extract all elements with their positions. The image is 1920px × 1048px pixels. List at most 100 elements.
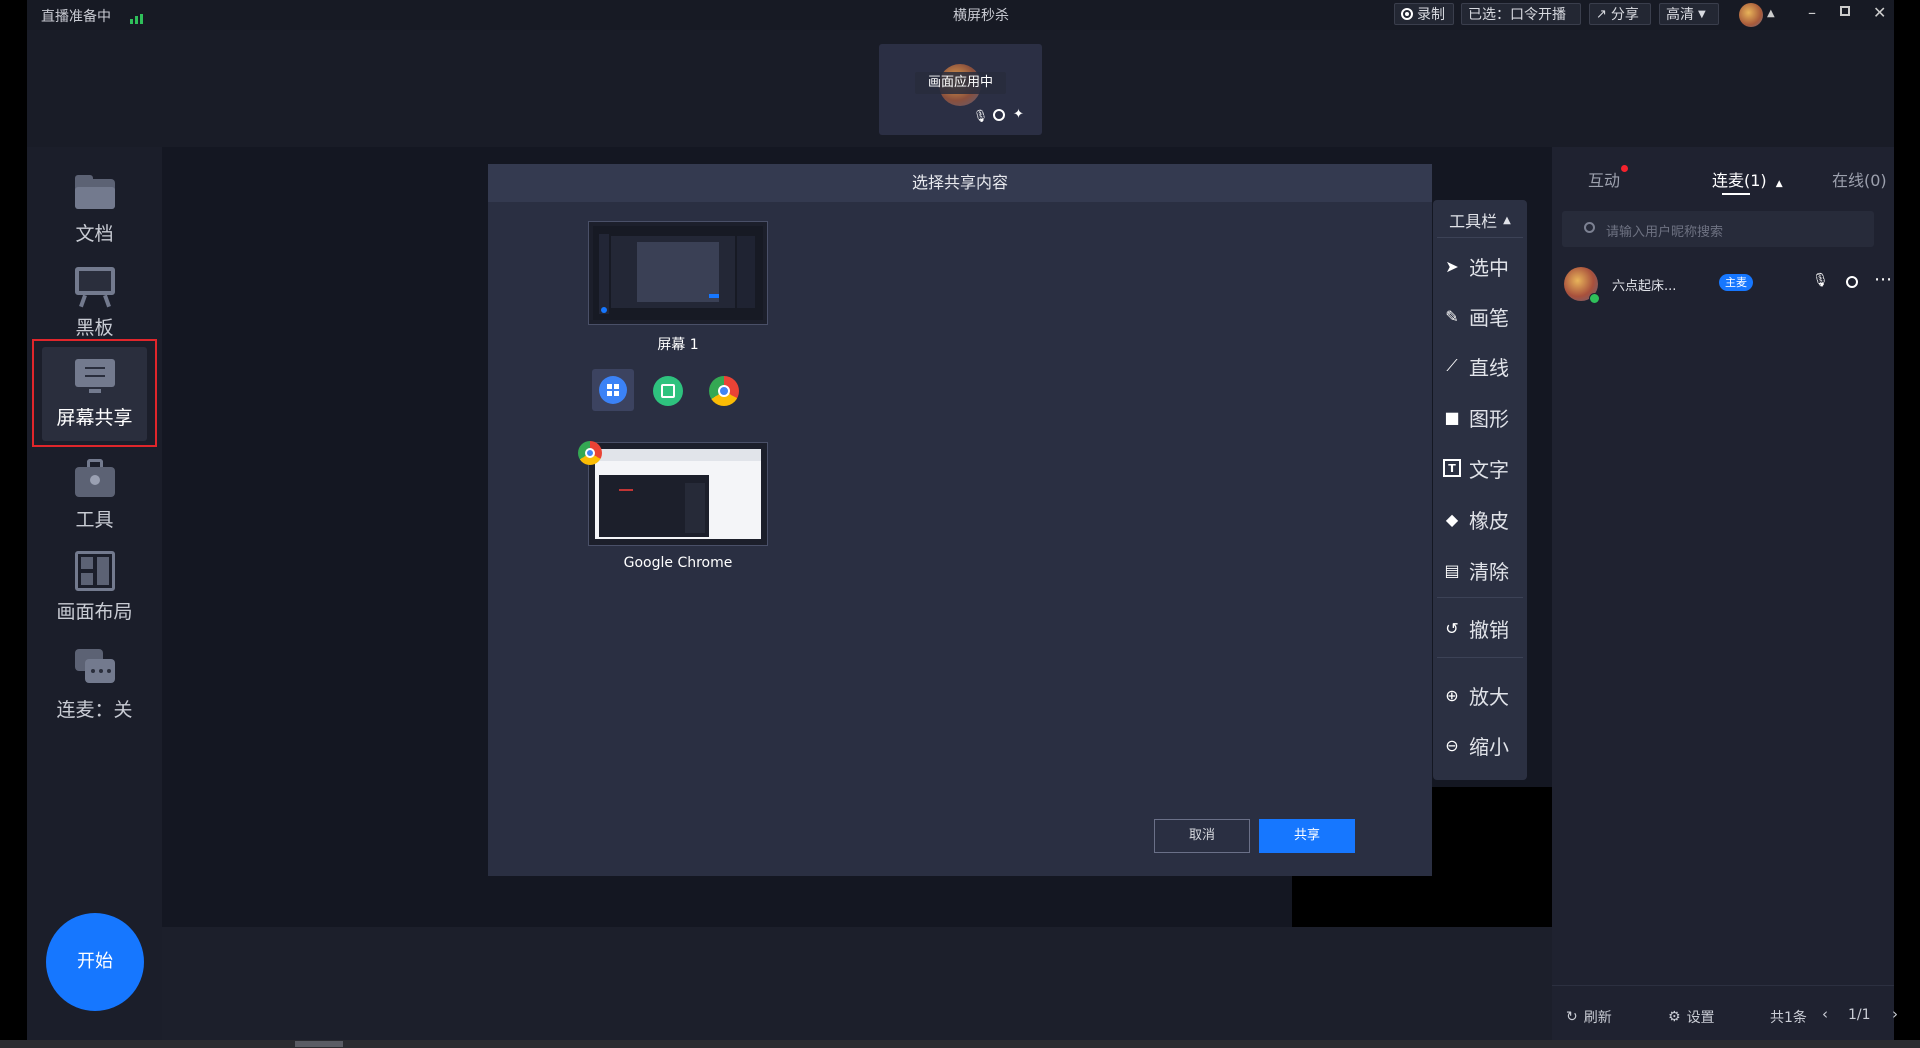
tool-eraser[interactable]: ◆ 橡皮 [1443, 504, 1509, 534]
tool-label: 选中 [1469, 255, 1509, 280]
pen-icon: ✎ [1445, 306, 1459, 326]
more-icon[interactable]: ⋯ [1874, 269, 1893, 290]
share-button[interactable]: ↗ 分享 [1589, 3, 1651, 25]
close-icon[interactable]: ✕ [1873, 3, 1886, 22]
window-title: 横屏秒杀 [953, 8, 1009, 24]
tool-zoom-in[interactable]: ⊕ 放大 [1443, 680, 1509, 710]
share-label: 分享 [1610, 7, 1639, 23]
tab-label: 互动 [1588, 171, 1621, 190]
chrome-icon[interactable] [709, 376, 739, 406]
start-button[interactable]: 开始 [46, 913, 144, 1011]
chevron-right-icon[interactable]: › [1892, 1005, 1898, 1023]
sidebar-item-screen-share[interactable]: 屏幕共享 [32, 339, 157, 447]
user-name: 六点起床... [1612, 279, 1677, 294]
sidebar-item-tools[interactable]: 工具 [27, 457, 162, 532]
maximize-icon[interactable] [1840, 6, 1850, 16]
tool-zoom-out[interactable]: ⊖ 缩小 [1443, 730, 1509, 760]
horizontal-scrollbar[interactable] [0, 1040, 1920, 1048]
search-icon [1584, 222, 1595, 233]
camera-icon [993, 109, 1005, 121]
tool-text[interactable]: T 文字 [1443, 453, 1509, 483]
mic-icon[interactable]: 🎙 [1812, 273, 1829, 288]
screen-1-label: 屏幕 1 [657, 337, 699, 353]
user-list-item[interactable]: 六点起床... 主麦 🎙 ⋯ [1552, 263, 1894, 307]
caret-up-icon: ▲ [1775, 179, 1783, 189]
tool-undo[interactable]: ↺ 撤销 [1443, 613, 1509, 643]
cursor-icon: ➤ [1445, 256, 1459, 276]
app-icon-windows[interactable] [592, 369, 634, 411]
app-icon-graph[interactable] [653, 376, 683, 406]
sidebar-item-label: 黑板 [75, 317, 114, 339]
tab-co-host[interactable]: 连麦(1) ▲ [1712, 167, 1783, 195]
caret-up-icon[interactable]: ▲ [1767, 8, 1775, 19]
sidebar-item-label: 屏幕共享 [56, 407, 133, 429]
record-icon [1401, 8, 1413, 20]
toolbox-icon [73, 457, 117, 501]
share-confirm-button[interactable]: 共享 [1259, 819, 1355, 853]
shape-icon: ■ [1444, 407, 1460, 427]
quality-select[interactable]: 高清 ▼ [1659, 3, 1719, 25]
refresh-icon: ↻ [1566, 1009, 1578, 1025]
record-button[interactable]: 录制 [1394, 3, 1454, 25]
tab-label: 连麦(1) [1712, 171, 1767, 190]
tab-interaction[interactable]: 互动 [1588, 165, 1629, 191]
record-label: 录制 [1417, 7, 1445, 23]
tool-clear[interactable]: ▤ 清除 [1443, 555, 1509, 585]
right-panel: 互动 连麦(1) ▲ 在线(0) 请输入用户昵称搜索 六点起床... 主麦 🎙 … [1552, 147, 1898, 1040]
toolbar-header[interactable]: 工具栏 ▲ [1433, 206, 1527, 234]
online-indicator [1589, 293, 1600, 304]
chevron-left-icon[interactable]: ‹ [1822, 1005, 1828, 1023]
page-indicator: 1/1 [1848, 1007, 1871, 1023]
cancel-button[interactable]: 取消 [1154, 819, 1250, 853]
tool-select[interactable]: ➤ 选中 [1443, 251, 1509, 281]
tab-online[interactable]: 在线(0) [1832, 167, 1887, 191]
tool-label: 橡皮 [1469, 508, 1509, 533]
tool-pen[interactable]: ✎ 画笔 [1443, 301, 1509, 331]
search-field[interactable]: 请输入用户昵称搜索 [1562, 211, 1874, 247]
scrollbar-thumb[interactable] [295, 1041, 343, 1047]
tool-label: 直线 [1469, 355, 1509, 380]
title-bar: 直播准备中 横屏秒杀 录制 已选：口令开播 ↗ 分享 高清 ▼ ▲ – ✕ [27, 0, 1894, 30]
total-count: 共1条 [1770, 1010, 1807, 1026]
quality-label: 高清 [1666, 7, 1694, 23]
toolbar-header-label: 工具栏 [1449, 212, 1498, 231]
sidebar-item-layout[interactable]: 画面布局 [27, 549, 162, 624]
preview-thumbnail[interactable]: 画面应用中 🎙 ✦ [879, 44, 1042, 135]
tool-shape[interactable]: ■ 图形 [1443, 402, 1509, 432]
app-window: 直播准备中 横屏秒杀 录制 已选：口令开播 ↗ 分享 高清 ▼ ▲ – ✕ 画面… [27, 0, 1898, 1040]
screen-1-thumbnail[interactable] [588, 221, 768, 325]
clear-icon: ▤ [1444, 560, 1460, 580]
tool-label: 画笔 [1469, 305, 1509, 330]
tool-label: 放大 [1469, 684, 1509, 709]
chrome-window-label: Google Chrome [623, 555, 733, 571]
line-icon: ⟋ [1446, 356, 1458, 375]
notification-dot [1621, 165, 1629, 172]
selected-scene-button[interactable]: 已选：口令开播 [1461, 3, 1581, 25]
sidebar-item-label: 连麦：关 [56, 699, 133, 721]
stage-bottom [162, 927, 1552, 1040]
settings-button[interactable]: ⚙ 设置 [1668, 1007, 1715, 1027]
dialog-title: 选择共享内容 [488, 164, 1432, 202]
whiteboard-toolbar: 工具栏 ▲ ➤ 选中 ✎ 画笔 ⟋ 直线 ■ 图形 T 文字 ◆ 橡皮 ▤ 清除 ↺ 撤销 ⊕ 放… [1433, 200, 1527, 780]
tool-label: 图形 [1469, 406, 1509, 431]
selected-scene-label: 已选：口令开播 [1468, 7, 1566, 23]
share-content-dialog: 选择共享内容 屏幕 1 Google Chrome 取消 共享 [488, 164, 1432, 876]
minimize-icon[interactable]: – [1808, 3, 1816, 22]
preview-strip: 画面应用中 🎙 ✦ [27, 30, 1894, 147]
avatar[interactable] [1739, 3, 1763, 27]
sidebar-item-blackboard[interactable]: 黑板 [27, 265, 162, 340]
text-icon: T [1443, 459, 1461, 477]
screen-share-icon [73, 355, 117, 399]
sidebar-item-document[interactable]: 文档 [27, 171, 162, 246]
chat-icon [73, 647, 117, 691]
signal-icon [130, 9, 144, 24]
zoom-in-icon: ⊕ [1445, 685, 1459, 705]
undo-icon: ↺ [1445, 618, 1459, 638]
left-sidebar: 文档 黑板 屏幕共享 工具 画面布局 连麦：关 开始 [27, 147, 162, 1040]
chrome-window-thumbnail[interactable] [588, 442, 768, 546]
tool-line[interactable]: ⟋ 直线 [1443, 351, 1509, 381]
settings-label: 设置 [1686, 1010, 1715, 1026]
camera-icon[interactable] [1846, 276, 1858, 288]
sidebar-item-co-host[interactable]: 连麦：关 [27, 647, 162, 722]
refresh-button[interactable]: ↻ 刷新 [1566, 1007, 1612, 1027]
